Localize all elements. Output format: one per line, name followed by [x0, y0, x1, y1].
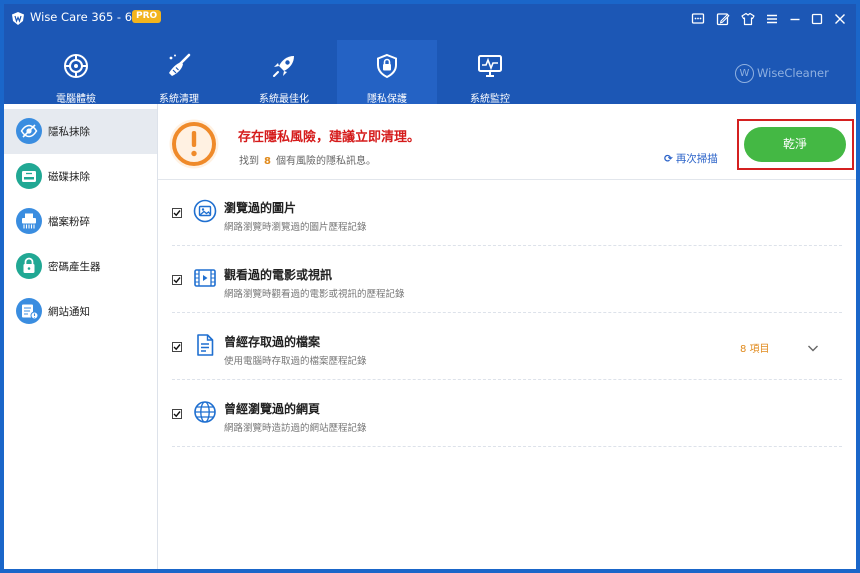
tab-pc-checkup[interactable]: 電腦體檢 — [26, 40, 126, 105]
shield-lock-icon — [373, 52, 401, 80]
edit-icon[interactable] — [716, 12, 730, 26]
sidebar-item-disk-eraser[interactable]: 磁碟抹除 — [4, 154, 157, 199]
rocket-icon — [270, 52, 298, 80]
item-title: 瀏覽過的圖片 — [224, 201, 297, 215]
pro-badge: PRO — [132, 10, 162, 23]
title-bar: Wise Care 365 - 6.3.2 PRO — [4, 4, 856, 30]
wisecleaner-w-icon: W — [735, 64, 754, 83]
app-window: Wise Care 365 - 6.3.2 PRO 電腦體檢 系統清理 系統最佳… — [4, 4, 856, 569]
list-item[interactable]: 曾經瀏覽過的網頁 網路瀏覽時造訪過的網站歷程記錄 — [172, 381, 842, 447]
sidebar-item-label: 隱私抹除 — [48, 126, 90, 138]
item-title: 觀看過的電影或視訊 — [224, 268, 333, 282]
tab-label: 系統監控 — [470, 94, 510, 105]
main-panel: 存在隱私風險，建議立即清理。 找到 8 個有風險的隱私訊息。 ⟳ 再次掃描 乾淨 瀏覽… — [158, 104, 856, 569]
item-checkbox[interactable] — [172, 342, 182, 352]
item-checkbox[interactable] — [172, 208, 182, 218]
tab-label: 系統最佳化 — [259, 94, 309, 105]
sidebar-item-password-generator[interactable]: 密碼產生器 — [4, 244, 157, 289]
tab-system-tuneup[interactable]: 系統最佳化 — [234, 40, 334, 105]
disk-eraser-icon — [15, 162, 43, 190]
item-title: 曾經存取過的檔案 — [224, 335, 321, 349]
rescan-link[interactable]: ⟳ 再次掃描 — [664, 151, 718, 166]
image-icon — [193, 199, 217, 223]
list-item[interactable]: 觀看過的電影或視訊 網路瀏覽時觀看過的電影或視訊的歷程記錄 — [172, 247, 842, 313]
item-title: 曾經瀏覽過的網頁 — [224, 402, 321, 416]
clean-button[interactable]: 乾淨 — [744, 127, 846, 162]
video-icon — [193, 266, 217, 290]
feedback-icon[interactable] — [691, 12, 705, 26]
clean-button-highlight: 乾淨 — [737, 119, 854, 170]
sidebar-item-label: 檔案粉碎 — [48, 216, 90, 228]
notification-icon — [15, 297, 43, 325]
minimize-icon[interactable] — [788, 12, 802, 26]
tab-label: 系統清理 — [159, 94, 199, 105]
item-checkbox[interactable] — [172, 275, 182, 285]
risk-count: 8 — [264, 156, 271, 167]
close-icon[interactable] — [833, 12, 847, 26]
item-description: 網路瀏覽時造訪過的網站歷程記錄 — [224, 423, 367, 434]
sidebar-item-website-notification[interactable]: 網站通知 — [4, 289, 157, 334]
tab-system-monitor[interactable]: 系統監控 — [440, 40, 540, 105]
sidebar-item-label: 磁碟抹除 — [48, 171, 90, 183]
password-icon — [15, 252, 43, 280]
item-count: 8 項目 — [740, 344, 770, 355]
list-item[interactable]: 曾經存取過的檔案 使用電腦時存取過的檔案歷程記錄 8 項目 — [172, 314, 842, 380]
broom-icon — [165, 52, 193, 80]
list-item[interactable]: 瀏覽過的圖片 網路瀏覽時瀏覽過的圖片歷程記錄 — [172, 180, 842, 246]
maximize-icon[interactable] — [810, 12, 824, 26]
skin-icon[interactable] — [741, 12, 755, 26]
item-description: 網路瀏覽時觀看過的電影或視訊的歷程記錄 — [224, 289, 405, 300]
tab-privacy-protector[interactable]: 隱私保護 — [337, 40, 437, 105]
item-checkbox[interactable] — [172, 409, 182, 419]
globe-icon — [193, 400, 217, 424]
shredder-icon — [15, 207, 43, 235]
tab-label: 隱私保護 — [367, 94, 407, 105]
wisecleaner-logo: W WiseCleaner — [735, 64, 829, 83]
tab-system-cleaner[interactable]: 系統清理 — [129, 40, 229, 105]
tab-label: 電腦體檢 — [56, 94, 96, 105]
menu-icon[interactable] — [765, 12, 779, 26]
alert-summary: 找到 8 個有風險的隱私訊息。 — [239, 156, 376, 167]
sidebar-item-label: 密碼產生器 — [48, 261, 101, 273]
app-logo-icon — [12, 10, 24, 25]
sidebar-item-privacy-eraser[interactable]: 隱私抹除 — [4, 109, 157, 154]
item-description: 使用電腦時存取過的檔案歷程記錄 — [224, 356, 367, 367]
warning-icon — [168, 118, 220, 170]
eye-slash-icon — [15, 117, 43, 145]
document-icon — [193, 333, 217, 357]
sidebar-item-file-shredder[interactable]: 檔案粉碎 — [4, 199, 157, 244]
refresh-icon: ⟳ — [664, 153, 673, 165]
sidebar: 隱私抹除 磁碟抹除 檔案粉碎 密碼產生器 網站通知 — [4, 104, 158, 569]
chevron-down-icon[interactable] — [806, 340, 820, 354]
sidebar-item-label: 網站通知 — [48, 306, 90, 318]
risk-alert: 存在隱私風險，建議立即清理。 找到 8 個有風險的隱私訊息。 ⟳ 再次掃描 乾淨 — [158, 104, 856, 180]
monitor-icon — [476, 52, 504, 80]
item-description: 網路瀏覽時瀏覽過的圖片歷程記錄 — [224, 222, 367, 233]
header: Wise Care 365 - 6.3.2 PRO 電腦體檢 系統清理 系統最佳… — [4, 4, 856, 105]
alert-title: 存在隱私風險，建議立即清理。 — [238, 130, 421, 145]
radar-icon — [62, 52, 90, 80]
